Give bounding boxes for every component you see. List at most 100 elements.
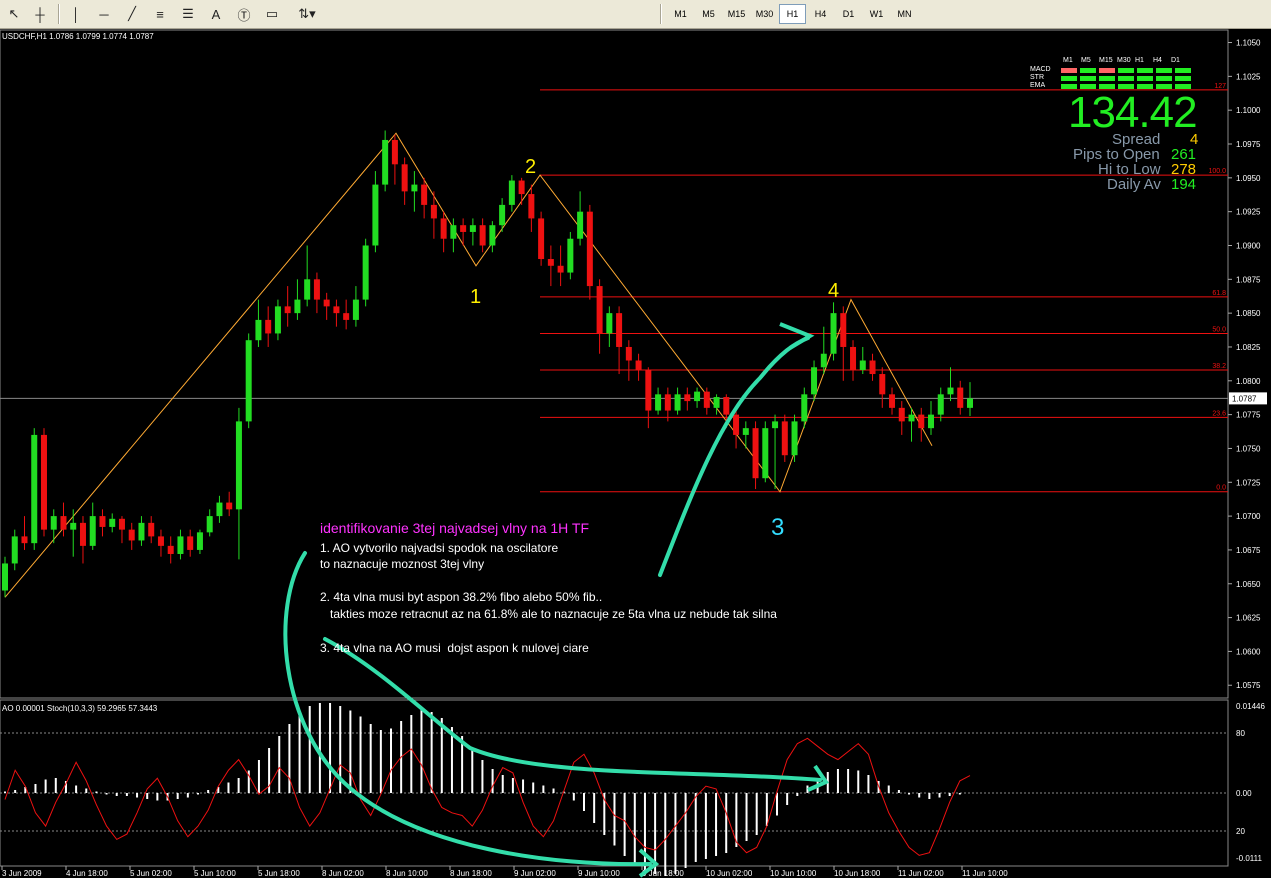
price-tick-label: 1.0975 <box>1236 140 1261 149</box>
fibonacci-icon[interactable]: ☰ <box>176 3 200 25</box>
candle-body <box>879 374 886 395</box>
candle-body <box>118 518 125 530</box>
wave-label-2: 2 <box>525 156 537 178</box>
candle-body <box>304 279 311 300</box>
candle-body <box>869 360 876 375</box>
candle-body <box>908 414 915 422</box>
wave-label-4: 4 <box>828 280 840 302</box>
candle-body <box>557 265 564 273</box>
timeframe-h4[interactable]: H4 <box>807 4 834 24</box>
text-icon[interactable]: A <box>204 3 228 25</box>
time-tick-label: 5 Jun 10:00 <box>194 869 236 878</box>
rectangle-icon[interactable]: ▭ <box>260 3 284 25</box>
panel-signal-bar <box>1080 76 1096 81</box>
candle-body <box>284 306 291 314</box>
panel-signal-bar <box>1118 76 1134 81</box>
candle-body <box>382 139 389 185</box>
time-tick-label: 8 Jun 10:00 <box>386 869 428 878</box>
candle-body <box>606 313 613 334</box>
price-tick-label: 1.1025 <box>1236 72 1261 81</box>
crosshair-icon[interactable]: ┼ <box>28 3 52 25</box>
candle-body <box>440 218 447 239</box>
time-tick-label: 9 Jun 10:00 <box>578 869 620 878</box>
candle-body <box>859 360 866 370</box>
candle-body <box>967 398 973 408</box>
timeframe-d1[interactable]: D1 <box>835 4 862 24</box>
price-tick-label: 1.0925 <box>1236 208 1261 217</box>
candle-body <box>499 204 506 226</box>
candle-body <box>781 421 788 456</box>
time-tick-label: 9 Jun 02:00 <box>514 869 556 878</box>
price-tick-label: 1.1050 <box>1236 39 1261 48</box>
fibo-level-label: 127 <box>1214 83 1226 90</box>
candle-body <box>625 346 632 361</box>
fibo-level-label: 23.6 <box>1212 410 1226 417</box>
timeframe-w1[interactable]: W1 <box>863 4 890 24</box>
panel-tf-h4: H4 <box>1153 57 1162 64</box>
timeframe-m5[interactable]: M5 <box>695 4 722 24</box>
panel-tf-d1: D1 <box>1171 57 1180 64</box>
candle-body <box>791 421 798 456</box>
timeframe-m30[interactable]: M30 <box>751 4 778 24</box>
price-tick-label: 1.0800 <box>1236 377 1261 386</box>
panel-signal-bar <box>1099 76 1115 81</box>
price-tick-label: 1.0600 <box>1236 647 1261 656</box>
candle-body <box>538 218 545 260</box>
candle-body <box>343 313 350 320</box>
candle-body <box>372 184 379 246</box>
price-tick-label: 1.0650 <box>1236 580 1261 589</box>
candle-body <box>391 139 398 165</box>
candle-body <box>99 516 106 527</box>
main-frame <box>0 29 1229 699</box>
panel-indicator-str: STR <box>1030 74 1044 81</box>
candle-body <box>762 428 769 479</box>
candle-body <box>850 346 857 370</box>
candle-body <box>274 306 281 334</box>
candle-body <box>528 194 535 219</box>
timeframe-mn[interactable]: MN <box>891 4 918 24</box>
candle-body <box>645 369 652 411</box>
candle-body <box>752 428 759 479</box>
equidistant-channel-icon[interactable]: ≡ <box>148 3 172 25</box>
candle-body <box>245 340 252 422</box>
candle-body <box>801 394 808 422</box>
candle-body <box>508 180 515 205</box>
vertical-line-icon[interactable]: │ <box>64 3 88 25</box>
candle-body <box>450 225 457 239</box>
candle-body <box>547 259 554 266</box>
sub-axis-label: 80 <box>1236 729 1245 738</box>
price-tick-label: 1.0725 <box>1236 478 1261 487</box>
timeframe-h1[interactable]: H1 <box>779 4 806 24</box>
candle-body <box>50 516 57 530</box>
panel-signal-bar <box>1080 68 1096 73</box>
text-label-icon[interactable]: Ⓣ <box>232 3 256 25</box>
symbol-header: USDCHF,H1 1.0786 1.0799 1.0774 1.0787 <box>2 32 154 41</box>
cursor-icon[interactable]: ↖ <box>2 3 26 25</box>
fibo-level-label: 61.8 <box>1212 290 1226 297</box>
note-line-3: 2. 4ta vlna musi byt aspon 38.2% fibo al… <box>320 590 603 604</box>
timeframe-m15[interactable]: M15 <box>723 4 750 24</box>
timeframe-m1[interactable]: M1 <box>667 4 694 24</box>
candle-body <box>479 225 486 246</box>
candle-body <box>70 522 77 530</box>
candle-body <box>518 180 525 195</box>
indicator-header: AO 0.00001 Stoch(10,3,3) 59.2965 57.3443 <box>2 704 158 713</box>
candle-body <box>128 529 135 541</box>
time-tick-label: 8 Jun 18:00 <box>450 869 492 878</box>
candle-body <box>226 502 233 510</box>
price-tick-label: 1.1000 <box>1236 106 1261 115</box>
candle-body <box>898 407 905 422</box>
daily-av-label: Daily Av <box>1107 176 1161 193</box>
candle-body <box>11 536 18 564</box>
chart-toolbar: ↖ ┼ │ ─ ╱ ≡ ☰ A Ⓣ ▭ ⇅▾ M1 M5 M15 M30 H1 H4 D1 W… <box>0 0 1271 29</box>
trendline-icon[interactable]: ╱ <box>120 3 144 25</box>
candle-body <box>31 434 38 544</box>
time-tick-label: 5 Jun 02:00 <box>130 869 172 878</box>
time-tick-label: 11 Jun 02:00 <box>898 869 944 878</box>
candle-body <box>928 414 935 429</box>
horizontal-line-icon[interactable]: ─ <box>92 3 116 25</box>
note-line-4: takties moze retracnut az na 61.8% ale t… <box>320 607 777 621</box>
arrows-dropdown-icon[interactable]: ⇅▾ <box>292 3 322 25</box>
candle-body <box>772 421 779 429</box>
panel-tf-m1: M1 <box>1063 57 1073 64</box>
